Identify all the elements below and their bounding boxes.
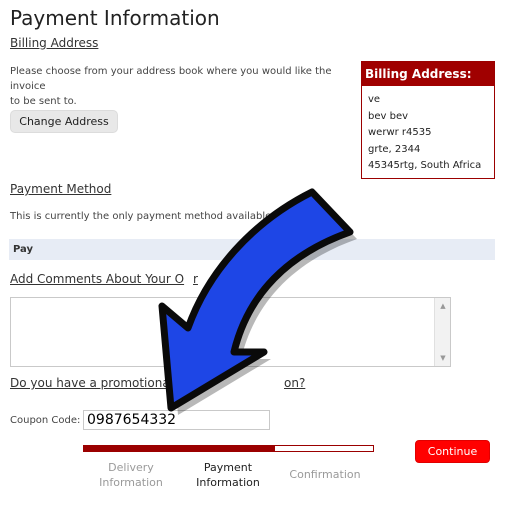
billing-address-line: bev bev (368, 110, 409, 122)
billing-instructions-line-1: Please choose from your address book whe… (10, 66, 332, 92)
step-label-line: Delivery (108, 461, 154, 474)
payment-method-note: This is currently the only payment metho… (10, 211, 285, 222)
coupon-code-input[interactable] (83, 410, 270, 430)
billing-address-lines: ve bev bev werwr r4535 grte, 2344 45345r… (362, 86, 494, 175)
step-label-line: Information (99, 476, 163, 489)
billing-address-line: ve (368, 94, 381, 105)
payment-method-pay-row[interactable]: Pay (9, 239, 495, 260)
step-label-line: Payment (203, 461, 253, 474)
comments-textarea[interactable]: ▲ ▼ (10, 297, 451, 367)
payment-method-link[interactable]: Payment Method (10, 182, 111, 196)
coupon-code-label: Coupon Code: (10, 415, 81, 426)
continue-button[interactable]: Continue (415, 440, 490, 463)
step-label-line: Confirmation (289, 468, 361, 481)
billing-instructions: Please choose from your address book whe… (10, 64, 360, 109)
billing-address-box: Billing Address: ve bev bev werwr r4535 … (361, 61, 495, 179)
step-payment-information: Payment Information (188, 460, 268, 490)
page-title: Payment Information (10, 6, 220, 30)
step-label-line: Information (196, 476, 260, 489)
billing-address-link[interactable]: Billing Address (10, 36, 98, 50)
billing-address-line: grte, 2344 (368, 143, 421, 155)
comments-scrollbar[interactable]: ▲ ▼ (434, 298, 450, 366)
checkout-progress-fill (84, 446, 275, 451)
triangle-down-icon[interactable]: ▼ (435, 350, 451, 366)
step-confirmation: Confirmation (280, 467, 370, 482)
billing-address-line: 45345rtg, South Africa (368, 160, 482, 171)
promo-question-link-tail[interactable]: on? (284, 376, 305, 390)
change-address-button[interactable]: Change Address (10, 110, 118, 133)
add-comments-link-tail[interactable]: r (193, 272, 198, 286)
add-comments-link[interactable]: Add Comments About Your O (10, 272, 184, 286)
billing-instructions-line-2: to be sent to. (10, 96, 77, 107)
checkout-progress-bar (83, 445, 374, 452)
billing-address-box-title: Billing Address: (362, 62, 494, 86)
promo-question-link[interactable]: Do you have a promotional c (10, 376, 183, 390)
billing-address-line: werwr r4535 (368, 127, 432, 138)
step-delivery-information: Delivery Information (91, 460, 171, 490)
triangle-up-icon[interactable]: ▲ (435, 298, 451, 314)
